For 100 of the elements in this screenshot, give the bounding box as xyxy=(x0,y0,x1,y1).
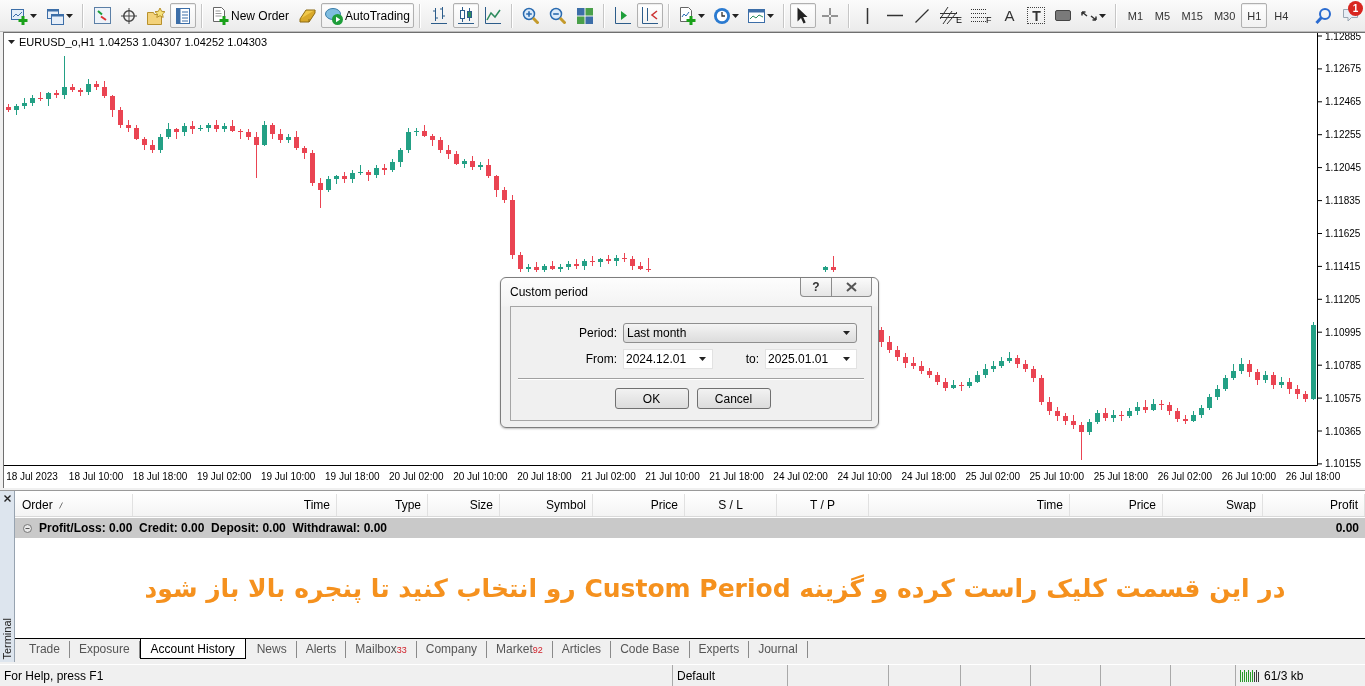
candle xyxy=(1255,368,1260,386)
field-label: From: xyxy=(585,352,617,366)
sort-icon xyxy=(58,501,63,509)
timeframe-button[interactable]: M5 xyxy=(1149,3,1176,28)
autoscroll-button[interactable] xyxy=(636,3,663,28)
candle xyxy=(975,370,980,384)
text-label-button[interactable]: T xyxy=(1023,3,1050,28)
folder-star-icon xyxy=(147,6,165,25)
column-header[interactable]: Time xyxy=(869,494,1070,516)
candle xyxy=(142,136,147,151)
dotted-lines-icon xyxy=(970,9,987,22)
candle xyxy=(598,257,603,268)
candle xyxy=(1303,390,1308,403)
terminal-tab[interactable]: Account History xyxy=(139,639,246,659)
price-label: 1.10785 xyxy=(1325,359,1362,371)
fibo-channel-button[interactable]: E xyxy=(935,3,966,28)
terminal-tab[interactable]: Experts xyxy=(689,641,750,658)
candle xyxy=(390,158,395,173)
candlestick-icon xyxy=(457,7,474,24)
terminal-tab[interactable]: Exposure xyxy=(69,641,140,658)
time-label: 25 Jul 02:00 xyxy=(965,471,1021,482)
candle xyxy=(1295,384,1300,400)
candle xyxy=(62,55,67,100)
candle xyxy=(887,335,892,354)
candle xyxy=(1127,407,1132,419)
price-label: 1.11415 xyxy=(1325,260,1361,272)
arrows-icon xyxy=(1081,10,1098,21)
terminal-tab[interactable]: Market92 xyxy=(487,641,553,658)
candle xyxy=(518,251,523,273)
terminal-tab[interactable]: Company xyxy=(416,641,488,658)
close-button[interactable] xyxy=(832,278,872,297)
new-order-button[interactable]: New Order xyxy=(208,3,293,28)
candle xyxy=(1183,414,1188,425)
candle xyxy=(1247,359,1252,378)
time-label: 18 Jul 10:00 xyxy=(68,471,124,482)
time-label: 21 Jul 10:00 xyxy=(645,471,700,482)
terminal-tab[interactable]: Trade xyxy=(20,641,70,658)
close-icon[interactable] xyxy=(3,495,11,502)
time-label: 26 Jul 02:00 xyxy=(1157,471,1213,482)
candle xyxy=(6,103,11,113)
cancel-button[interactable]: Cancel xyxy=(696,388,771,409)
collapse-icon[interactable] xyxy=(23,523,32,533)
column-header[interactable]: Size xyxy=(428,494,500,516)
terminal-tab[interactable]: Journal xyxy=(749,641,808,658)
timeframe-button[interactable]: M1 xyxy=(1122,3,1149,28)
column-header[interactable]: Order xyxy=(15,494,133,516)
column-header[interactable]: Time xyxy=(133,494,337,516)
cursor-button[interactable] xyxy=(789,3,816,28)
candles-button[interactable] xyxy=(452,3,479,28)
help-button[interactable]: ? xyxy=(800,278,832,297)
crosshair-circle-icon xyxy=(121,7,137,24)
candle xyxy=(470,155,475,171)
column-header[interactable]: Swap xyxy=(1163,494,1263,516)
terminal-tab[interactable]: Mailbox33 xyxy=(346,641,417,658)
column-header[interactable]: T / P xyxy=(777,494,869,516)
ok-button[interactable]: OK xyxy=(614,388,689,409)
candle xyxy=(1015,354,1020,369)
column-header[interactable]: Profit xyxy=(1263,494,1365,516)
column-header[interactable]: Price xyxy=(1070,494,1163,516)
candle xyxy=(630,255,635,271)
timeframe-button[interactable]: M15 xyxy=(1176,3,1208,28)
candle xyxy=(462,158,467,169)
price-label: 1.12255 xyxy=(1325,129,1362,141)
terminal-tab[interactable]: Code Base xyxy=(611,641,690,658)
terminal-tab[interactable]: News xyxy=(247,641,297,658)
period-dropdown[interactable]: Last month xyxy=(623,323,857,343)
column-header[interactable]: Symbol xyxy=(500,494,593,516)
price-label: 1.12675 xyxy=(1325,63,1362,75)
date-picker[interactable]: 2025.01.01 xyxy=(765,349,857,369)
terminal-tab[interactable]: Alerts xyxy=(296,641,347,658)
candle xyxy=(214,119,219,133)
terminal-button[interactable] xyxy=(170,3,196,28)
column-header[interactable]: Price xyxy=(593,494,685,516)
fibo-levels-button[interactable]: F xyxy=(966,3,996,28)
notification-badge: 1 xyxy=(1348,1,1363,16)
column-header[interactable]: S / L xyxy=(685,494,777,516)
candle xyxy=(126,119,131,133)
candle xyxy=(446,144,451,160)
candle xyxy=(86,78,91,96)
candle xyxy=(566,260,571,271)
candle xyxy=(502,186,507,204)
play-circle-icon xyxy=(325,6,343,25)
timeframe-button[interactable]: M30 xyxy=(1208,3,1241,28)
candle xyxy=(222,122,227,133)
candle xyxy=(590,255,595,267)
time-label: 19 Jul 10:00 xyxy=(260,471,316,482)
autotrading-button[interactable]: AutoTrading xyxy=(321,3,414,28)
timeframe-button[interactable]: H4 xyxy=(1268,3,1295,28)
text-tool-button[interactable]: A xyxy=(996,3,1023,28)
column-header[interactable]: Type xyxy=(337,494,428,516)
candle xyxy=(1063,412,1068,426)
terminal-tab[interactable]: Articles xyxy=(552,641,612,658)
time-label: 26 Jul 10:00 xyxy=(1221,471,1277,482)
candle xyxy=(270,122,275,140)
windows-icon xyxy=(46,6,64,25)
timeframe-button[interactable]: H1 xyxy=(1241,3,1268,28)
date-picker[interactable]: 2024.12.01 xyxy=(623,349,713,369)
triangle-icon[interactable] xyxy=(8,40,15,44)
candle xyxy=(991,360,996,373)
chat-button[interactable]: 1 xyxy=(1337,3,1363,28)
